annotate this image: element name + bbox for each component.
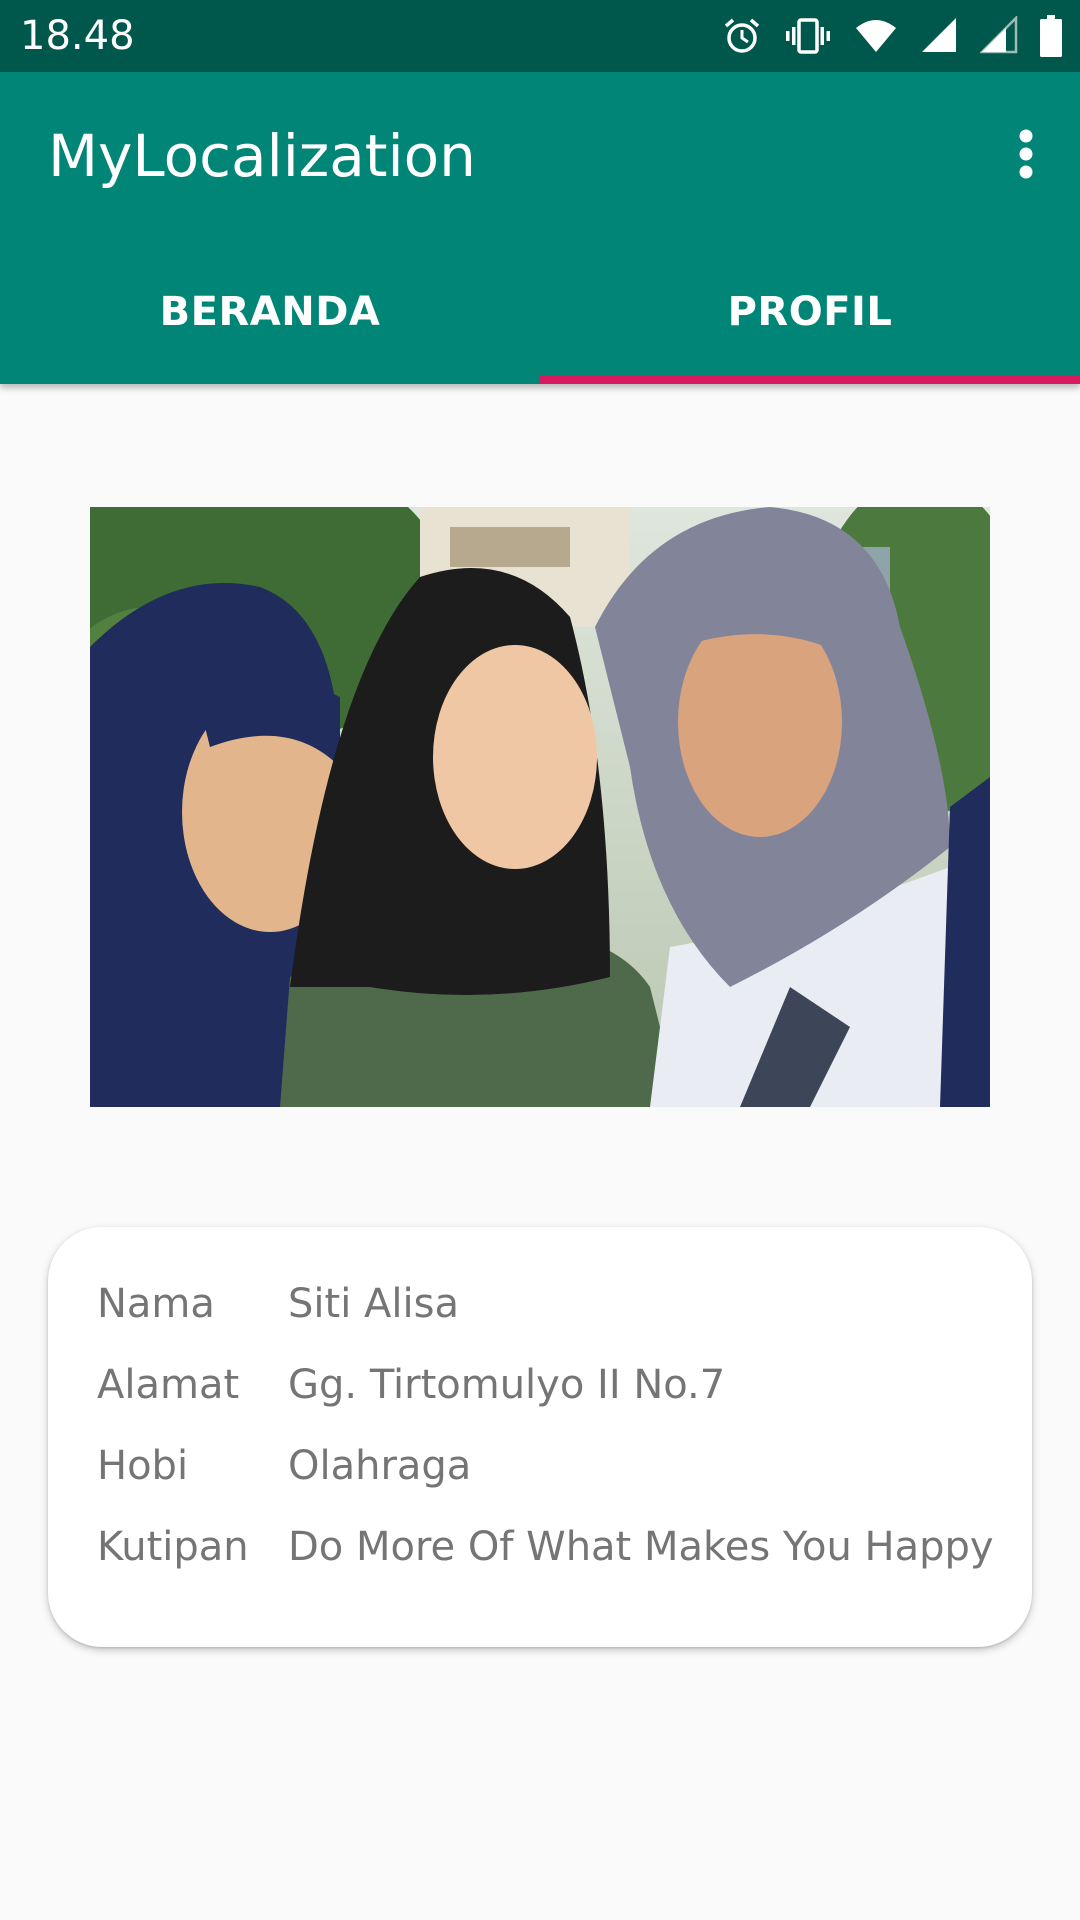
- signal-icon: [920, 16, 958, 56]
- vibrate-icon: [784, 16, 832, 56]
- status-icons: [722, 12, 1062, 60]
- info-value: Olahraga: [288, 1443, 472, 1489]
- signal-icon: [980, 16, 1018, 56]
- info-row-nama: Nama Siti Alisa: [97, 1274, 459, 1334]
- info-value: Siti Alisa: [288, 1281, 459, 1327]
- tab-selected-indicator: [540, 376, 1080, 384]
- more-vert-icon: [1018, 129, 1034, 184]
- info-label: Kutipan: [97, 1524, 249, 1570]
- info-row-kutipan: Kutipan Do More Of What Makes You Happy: [97, 1517, 994, 1577]
- info-row-alamat: Alamat Gg. Tirtomulyo II No.7: [97, 1355, 725, 1415]
- more-options-button[interactable]: [990, 120, 1062, 192]
- profile-photo: [90, 507, 990, 1107]
- info-value: Gg. Tirtomulyo II No.7: [288, 1362, 726, 1408]
- info-label: Nama: [97, 1281, 215, 1327]
- info-row-hobi: Hobi Olahraga: [97, 1436, 471, 1496]
- app-title: MyLocalization: [48, 122, 476, 190]
- status-time: 18.48: [20, 13, 135, 59]
- battery-icon: [1040, 15, 1062, 57]
- tab-label: PROFIL: [727, 289, 893, 335]
- alarm-icon: [722, 16, 762, 56]
- profile-card: Nama Siti Alisa Alamat Gg. Tirtomulyo II…: [48, 1227, 1032, 1647]
- info-value: Do More Of What Makes You Happy: [288, 1524, 994, 1570]
- tab-beranda[interactable]: BERANDA: [0, 240, 540, 384]
- wifi-icon: [854, 16, 898, 56]
- tab-bar: BERANDA PROFIL: [0, 240, 1080, 384]
- tab-label: BERANDA: [159, 289, 381, 335]
- info-label: Hobi: [97, 1443, 189, 1489]
- info-label: Alamat: [97, 1362, 240, 1408]
- tab-profil[interactable]: PROFIL: [540, 240, 1080, 384]
- app-bar: MyLocalization BERANDA PROFIL: [0, 72, 1080, 384]
- status-bar: 18.48: [0, 0, 1080, 72]
